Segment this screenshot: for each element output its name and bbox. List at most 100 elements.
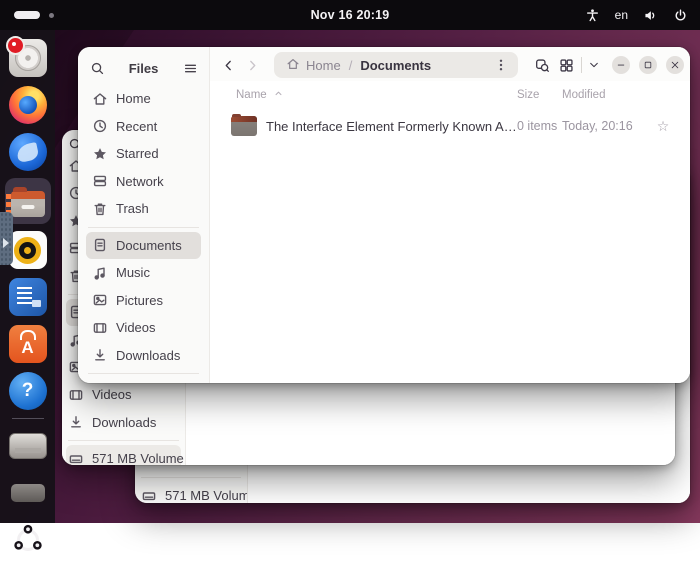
- sidebar-item-label: Downloads: [116, 347, 181, 363]
- toolbar[interactable]: Home / Documents: [210, 47, 690, 81]
- sidebar-item-label: Pictures: [116, 292, 163, 308]
- path-bar[interactable]: Home / Documents: [274, 52, 518, 78]
- downloads-icon: [92, 347, 108, 363]
- column-name-label: Name: [236, 89, 267, 101]
- dock-item-app-center[interactable]: [5, 323, 51, 365]
- breadcrumb-home[interactable]: Home: [286, 57, 341, 74]
- home-icon: [286, 57, 300, 74]
- trash-icon: [92, 201, 108, 217]
- sidebar-item-label: 571 MB Volume: [165, 488, 247, 503]
- sidebar-item-pictures[interactable]: Pictures: [86, 287, 201, 315]
- dock-item-thunderbird[interactable]: [5, 131, 51, 173]
- libreoffice-writer-icon: [8, 278, 47, 316]
- file-row[interactable]: The Interface Element Formerly Known As …: [210, 107, 690, 145]
- sidebar-item-downloads[interactable]: Downloads: [66, 409, 181, 437]
- sidebar-separator: [141, 477, 241, 478]
- top-bar: Nov 16 20:19 en: [0, 0, 700, 30]
- main-pane: Home / Documents Name: [210, 47, 690, 383]
- file-name: The Interface Element Formerly Known As …: [266, 118, 517, 134]
- ubuntu-logo-icon: [13, 524, 42, 551]
- search-icon[interactable]: [86, 57, 108, 79]
- sidebar-item-music[interactable]: Music: [86, 259, 201, 287]
- firefox-icon: [8, 86, 47, 124]
- view-options-chevron-icon[interactable]: [585, 56, 603, 74]
- list-header: Name Size Modified: [210, 81, 690, 107]
- sidebar-item-videos[interactable]: Videos: [66, 381, 181, 409]
- sidebar-item-label: Network: [116, 173, 164, 189]
- search-everywhere-icon[interactable]: [530, 53, 554, 77]
- sidebar-separator: [68, 440, 179, 441]
- app-center-icon: [8, 325, 47, 363]
- drive-icon: [8, 433, 47, 459]
- sidebar-item-label: Videos: [92, 387, 132, 403]
- dock-item-volume-drive-small[interactable]: [5, 472, 51, 514]
- file-list: Name Size Modified The Interface Element…: [210, 81, 690, 383]
- close-button[interactable]: [666, 56, 684, 74]
- column-size[interactable]: Size: [517, 89, 562, 101]
- dock-item-libreoffice-writer[interactable]: [5, 276, 51, 318]
- maximize-button[interactable]: [639, 56, 657, 74]
- sidebar-item-trash[interactable]: Trash: [86, 195, 201, 223]
- recent-icon: [92, 118, 108, 134]
- dock-item-show-apps[interactable]: [5, 519, 51, 561]
- system-status-area[interactable]: en: [585, 8, 700, 23]
- sidebar-item-label: Trash: [116, 201, 149, 217]
- home-icon: [92, 91, 108, 107]
- dock-item-firefox[interactable]: [5, 84, 51, 126]
- column-modified[interactable]: Modified: [562, 89, 650, 101]
- music-icon: [92, 265, 108, 281]
- sidebar-item-downloads[interactable]: Downloads: [86, 342, 201, 370]
- thunderbird-icon: [8, 133, 47, 171]
- sidebar-item-recent[interactable]: Recent: [86, 113, 201, 141]
- network-icon: [92, 173, 108, 189]
- ubuntu-badge-icon: [5, 36, 25, 55]
- files-window: Files Home Recent Starred Network Trash Docum…: [78, 47, 690, 383]
- sidebar-header: Files: [78, 47, 209, 81]
- downloads-icon: [68, 414, 84, 430]
- dock-item-help[interactable]: [5, 370, 51, 412]
- sidebar-item-label: Music: [116, 265, 150, 281]
- documents-icon: [92, 237, 108, 253]
- files-window-front[interactable]: Files Home Recent Starred Network Trash Docum…: [77, 46, 691, 384]
- minimize-button[interactable]: [612, 56, 630, 74]
- drive-small-icon: [10, 484, 45, 502]
- volume-icon[interactable]: [643, 8, 658, 23]
- breadcrumb-root-label: Home: [306, 57, 341, 73]
- sidebar-item-network[interactable]: Network: [86, 168, 201, 196]
- videos-icon: [68, 387, 84, 403]
- folder-icon: [231, 114, 257, 136]
- sidebar-item-home[interactable]: Home: [86, 85, 201, 113]
- column-name[interactable]: Name: [236, 88, 517, 102]
- toolbar-divider: [581, 57, 582, 73]
- sidebar-item-starred[interactable]: Starred: [86, 140, 201, 168]
- sidebar-item-documents[interactable]: Documents: [86, 231, 201, 259]
- dock-item-disk-tool[interactable]: [5, 36, 51, 79]
- back-button[interactable]: [216, 53, 240, 77]
- sidebar-item-label: Recent: [116, 118, 158, 134]
- sidebar-item-571-mb-volume[interactable]: 571 MB Volume: [139, 482, 247, 503]
- file-modified: Today, 20:16: [562, 119, 633, 133]
- power-icon[interactable]: [673, 8, 688, 23]
- sidebar-item-571-mb-volume[interactable]: 571 MB Volume: [66, 445, 184, 465]
- forward-button[interactable]: [240, 53, 264, 77]
- dock-item-volume-drive[interactable]: [5, 425, 51, 467]
- window-edge-tab[interactable]: [0, 212, 13, 265]
- disk-tool-icon: [5, 36, 47, 77]
- star-outline-icon[interactable]: ☆: [650, 119, 676, 133]
- drive-icon: [68, 451, 84, 465]
- sidebar-item-571-mb-volume[interactable]: 571 MB Volume: [86, 378, 201, 383]
- keyboard-layout-indicator[interactable]: en: [615, 8, 628, 22]
- accessibility-icon[interactable]: [585, 8, 600, 23]
- hamburger-menu-icon[interactable]: [179, 57, 201, 79]
- window-title: Files: [128, 60, 159, 76]
- sidebar-item-videos[interactable]: Videos: [86, 314, 201, 342]
- grid-view-icon[interactable]: [554, 53, 578, 77]
- dock-separator: [11, 418, 44, 419]
- path-menu-kebab-icon[interactable]: [492, 56, 510, 74]
- files-icon: [5, 187, 45, 217]
- sidebar-separator: [88, 373, 199, 374]
- pictures-icon: [92, 292, 108, 308]
- folder-handle: [21, 204, 34, 209]
- breadcrumb-current[interactable]: Documents: [360, 58, 431, 73]
- file-rows: The Interface Element Formerly Known As …: [210, 107, 690, 383]
